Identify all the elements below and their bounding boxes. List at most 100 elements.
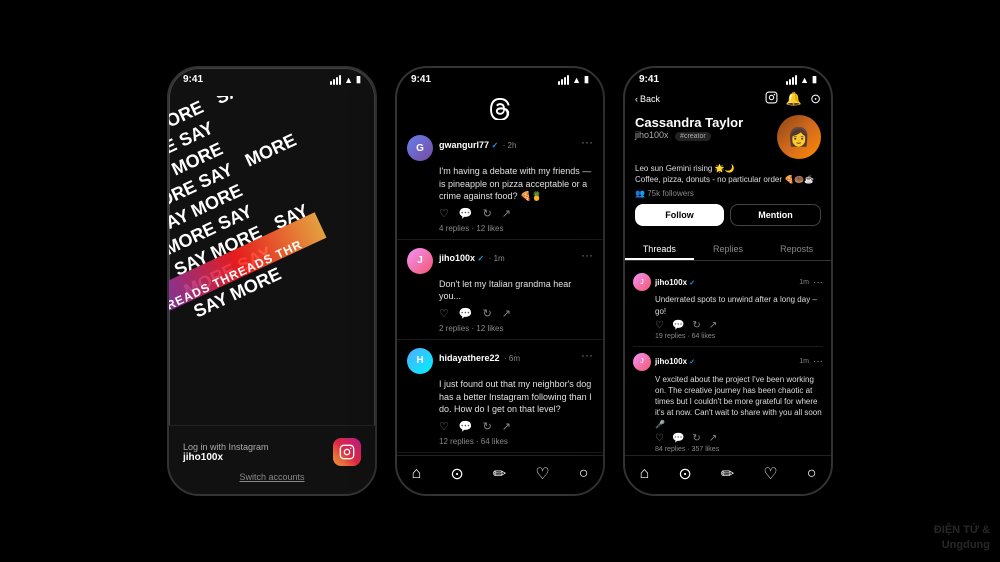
wifi-icon: ▲: [344, 75, 353, 85]
share-icon[interactable]: ↗: [709, 320, 717, 331]
profile-top-row: Cassandra Taylor jiho100x #creator 👩: [635, 115, 821, 159]
signal-bars-2: [558, 75, 569, 85]
post-meta-3: hidayathere22 · 6m: [439, 348, 575, 366]
verified-badge: ✓: [689, 280, 695, 287]
nav-profile-icon[interactable]: ○: [579, 465, 589, 483]
post-time-3: · 6m: [504, 354, 520, 363]
nav-heart-icon[interactable]: ♡: [535, 464, 549, 484]
repost-icon[interactable]: ↻: [483, 307, 492, 320]
profile-post-actions-1: ♡ 💬 ↻ ↗: [633, 320, 823, 331]
repost-icon[interactable]: ↻: [692, 320, 700, 331]
like-icon[interactable]: ♡: [439, 207, 449, 220]
post-meta-1: gwangurl77 ✓ · 2h: [439, 135, 575, 153]
nav-home-icon[interactable]: ⌂: [640, 465, 650, 483]
mention-button[interactable]: Mention: [730, 204, 821, 226]
comment-icon[interactable]: 💬: [459, 207, 473, 220]
share-icon[interactable]: ↗: [502, 420, 511, 433]
share-icon[interactable]: ↗: [502, 307, 511, 320]
repost-icon[interactable]: ↻: [483, 207, 492, 220]
profile-name: Cassandra Taylor: [635, 115, 743, 130]
like-icon[interactable]: ♡: [655, 320, 664, 331]
phone1-login-box: Log in with Instagram jiho100x Switch ac…: [169, 425, 375, 494]
profile-post-header-1: J jiho100x ✓ 1m ···: [633, 273, 823, 291]
nav-search-icon[interactable]: ⊙: [678, 464, 691, 484]
post-menu-dots-2[interactable]: ···: [581, 248, 593, 262]
profile-post-dots-1[interactable]: ···: [813, 277, 823, 288]
profile-post-username-1: jiho100x ✓: [655, 278, 695, 287]
switch-accounts-link[interactable]: Switch accounts: [183, 472, 361, 482]
profile-post-actions-2: ♡ 💬 ↻ ↗: [633, 433, 823, 444]
threads-logo-header: [397, 87, 603, 127]
status-icons-3: ▲ ▮: [786, 74, 817, 85]
profile-post-content-1: Underrated spots to unwind after a long …: [633, 294, 823, 316]
profile-name-group: Cassandra Taylor jiho100x #creator: [635, 115, 743, 144]
tab-reposts[interactable]: Reposts: [762, 240, 831, 260]
post-menu-dots-3[interactable]: ···: [581, 348, 593, 362]
tab-threads[interactable]: Threads: [625, 240, 694, 260]
like-icon[interactable]: ♡: [439, 420, 449, 433]
signal-bar: [333, 79, 335, 85]
avatar-jiho100x: J: [407, 248, 433, 274]
nav-heart-icon[interactable]: ♡: [763, 464, 777, 484]
comment-icon[interactable]: 💬: [459, 307, 473, 320]
post-menu-dots-1[interactable]: ···: [581, 135, 593, 149]
share-icon[interactable]: ↗: [502, 207, 511, 220]
post-username-1: gwangurl77 ✓: [439, 140, 498, 150]
back-button[interactable]: ‹ Back: [635, 94, 660, 104]
status-time-2: 9:41: [411, 74, 431, 85]
nav-profile-icon[interactable]: ○: [807, 465, 817, 483]
tab-replies[interactable]: Replies: [694, 240, 763, 260]
profile-info: Cassandra Taylor jiho100x #creator 👩 Leo…: [625, 109, 831, 240]
post-time-2: · 1m: [489, 254, 505, 263]
repost-icon[interactable]: ↻: [692, 433, 700, 444]
profile-post-time-2: 1m: [799, 358, 809, 365]
comment-icon[interactable]: 💬: [459, 420, 473, 433]
chevron-left-icon: ‹: [635, 94, 638, 104]
nav-compose-icon[interactable]: ✏: [721, 464, 734, 484]
nav-search-icon[interactable]: ⊙: [450, 464, 463, 484]
wifi-icon: ▲: [800, 75, 809, 85]
status-bar-2: 9:41 ▲ ▮: [397, 68, 603, 87]
repost-icon[interactable]: ↻: [483, 420, 492, 433]
login-instagram-row: Log in with Instagram jiho100x: [183, 438, 361, 466]
profile-badge: #creator: [675, 132, 711, 141]
status-bar-1: 9:41 ▲ ▮: [169, 68, 375, 87]
like-icon[interactable]: ♡: [655, 433, 664, 444]
status-bar-3: 9:41 ▲ ▮: [625, 68, 831, 87]
profile-tabs: Threads Replies Reposts: [625, 240, 831, 261]
profile-post-dots-2[interactable]: ···: [813, 356, 823, 367]
phone-3: 9:41 ▲ ▮ ‹ Back: [623, 66, 833, 496]
feed-scroll[interactable]: G gwangurl77 ✓ · 2h ··· I'm having a deb…: [397, 127, 603, 455]
post-stats-1: 4 replies · 12 likes: [439, 224, 593, 233]
small-avatar-2: J: [633, 353, 651, 371]
status-icons-1: ▲ ▮: [330, 74, 361, 85]
signal-bar: [786, 81, 788, 85]
notification-icon[interactable]: 🔔: [786, 91, 802, 107]
nav-home-icon[interactable]: ⌂: [412, 465, 422, 483]
status-time-1: 9:41: [183, 74, 203, 85]
comment-icon[interactable]: 💬: [672, 320, 684, 331]
share-icon[interactable]: ↗: [709, 433, 717, 444]
profile-post-content-2: V excited about the project I've been wo…: [633, 374, 823, 430]
phone-3-screen: 9:41 ▲ ▮ ‹ Back: [625, 68, 831, 494]
profile-header-icons: 🔔 ⊙: [765, 91, 821, 107]
nav-compose-icon[interactable]: ✏: [493, 464, 506, 484]
instagram-link-icon[interactable]: [765, 91, 778, 107]
profile-bio-line1: Leo sun Gemini rising 🌟🌙 Coffee, pizza, …: [635, 163, 821, 185]
post-header-1: G gwangurl77 ✓ · 2h ···: [407, 135, 593, 161]
follow-button[interactable]: Follow: [635, 204, 724, 226]
verified-badge: ✓: [478, 254, 485, 263]
post-stats-3: 12 replies · 64 likes: [439, 437, 593, 446]
followers-icon: 👥: [635, 189, 645, 198]
login-username: jiho100x: [183, 452, 269, 463]
profile-handle-row: jiho100x #creator: [635, 130, 743, 140]
profile-posts: J jiho100x ✓ 1m ··· Underrated spots to …: [625, 267, 831, 455]
more-options-icon[interactable]: ⊙: [810, 91, 821, 107]
instagram-icon[interactable]: [333, 438, 361, 466]
comment-icon[interactable]: 💬: [672, 433, 684, 444]
like-icon[interactable]: ♡: [439, 307, 449, 320]
post-stats-2: 2 replies · 12 likes: [439, 324, 593, 333]
small-avatar-1: J: [633, 273, 651, 291]
profile-post-stats-2: 84 replies · 357 likes: [633, 446, 823, 453]
profile-followers: 👥 75k followers: [635, 189, 821, 198]
